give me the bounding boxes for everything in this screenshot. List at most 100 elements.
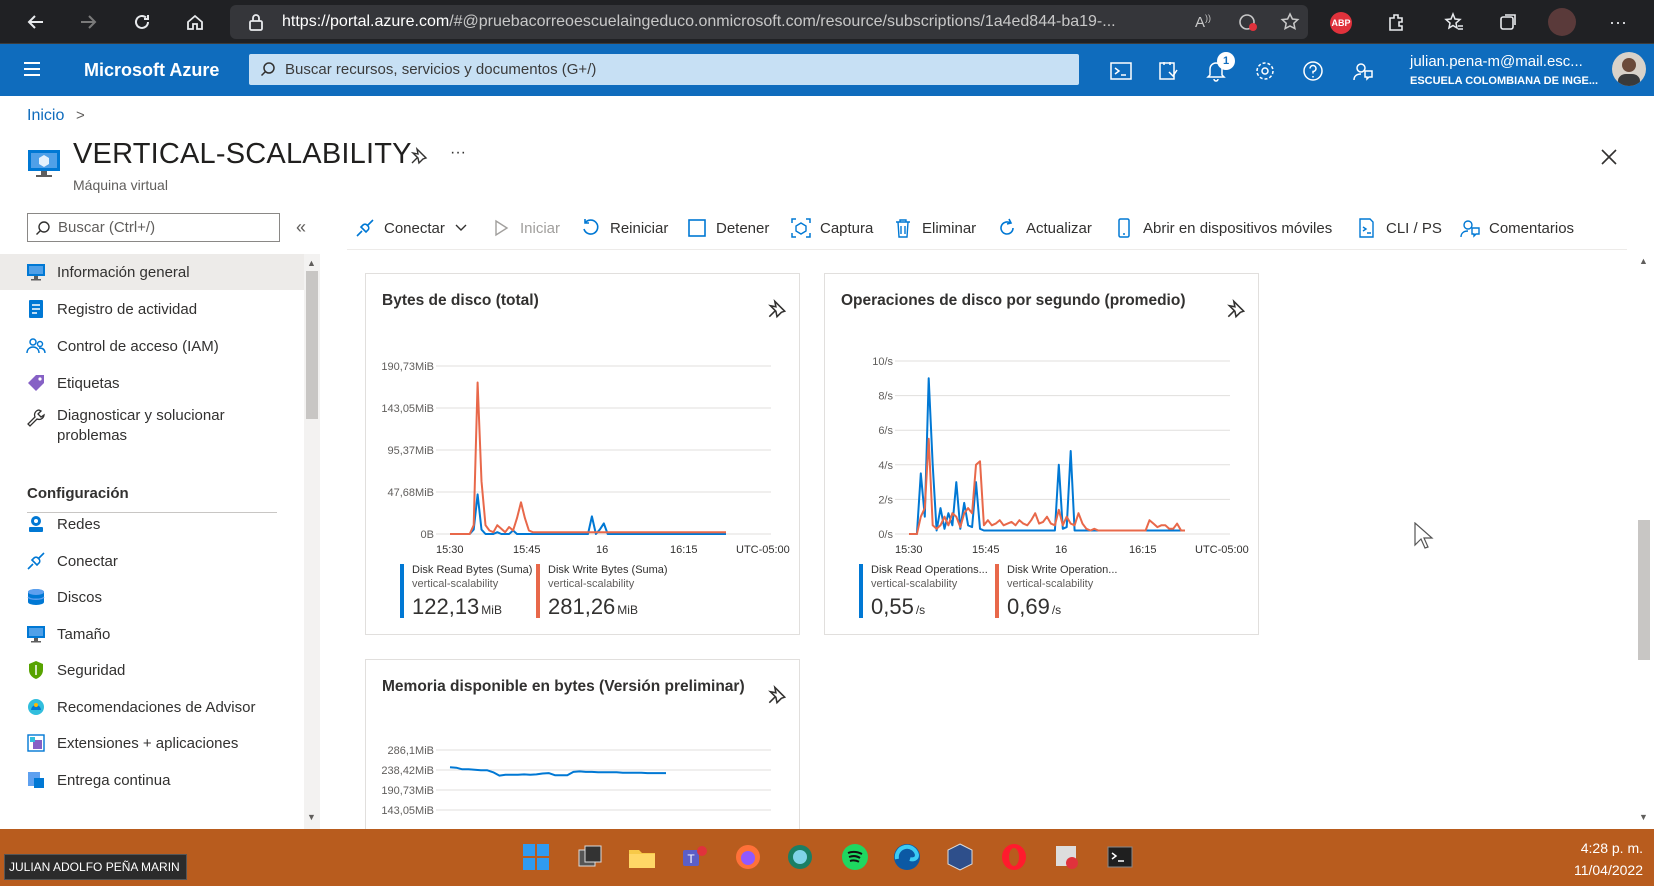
sidebar-item-overview[interactable]: Información general (0, 254, 304, 290)
open-mobile-button[interactable]: Abrir en dispositivos móviles (1113, 216, 1332, 240)
sidebar-scroll-thumb[interactable] (306, 271, 318, 419)
collapse-menu-icon[interactable]: « (296, 217, 306, 238)
taskbar-date[interactable]: 11/04/2022 (1543, 862, 1643, 878)
taskbar (0, 829, 1654, 886)
sidebar-item-tags[interactable]: Etiquetas (0, 365, 304, 401)
mouse-cursor-icon (1414, 522, 1436, 552)
tracking-icon[interactable] (1238, 12, 1258, 32)
edge-dev-icon[interactable] (785, 842, 815, 872)
y-tick-label: 6/s (878, 425, 893, 437)
legend-unit: MiB (617, 603, 638, 617)
resource-menu-search[interactable]: Buscar (Ctrl+/) (27, 213, 280, 242)
file-explorer-icon[interactable] (627, 842, 657, 872)
extensions-icon[interactable] (1382, 8, 1410, 36)
sidebar-item-label: Entrega continua (57, 771, 171, 789)
legend-series-name: Disk Read Bytes (Suma) (412, 564, 533, 576)
global-search-input[interactable]: Buscar recursos, servicios y documentos … (249, 54, 1079, 85)
sidebar-item-advisor[interactable]: Recomendaciones de Advisor (0, 689, 304, 725)
sidebar-item-activity-log[interactable]: Registro de actividad (0, 291, 304, 327)
edge-browser-icon[interactable] (892, 842, 922, 872)
scroll-down-arrow-icon[interactable]: ▼ (1639, 812, 1648, 822)
user-organization[interactable]: ESCUELA COLOMBIANA DE INGE... (1410, 75, 1598, 87)
collections-icon[interactable] (1494, 8, 1522, 36)
adblock-extension-icon[interactable]: ABP (1330, 12, 1352, 34)
taskbar-time[interactable]: 4:28 p. m. (1563, 840, 1643, 856)
hamburger-icon[interactable] (22, 60, 42, 78)
restart-label: Reiniciar (610, 219, 669, 237)
capture-icon (790, 217, 812, 239)
legend-total: 122,13 (412, 594, 480, 619)
page-subtitle: Máquina virtual (73, 177, 168, 193)
pin-icon[interactable] (409, 146, 429, 166)
cloud-shell-icon[interactable] (1108, 58, 1134, 84)
capture-button[interactable]: Captura (790, 216, 873, 240)
forward-icon[interactable] (74, 8, 102, 36)
address-bar[interactable]: https://portal.azure.com/#@pruebacorreoe… (230, 5, 1308, 39)
home-icon[interactable] (181, 8, 209, 36)
chart-card-disk-operations[interactable]: Operaciones de disco por segundo (promed… (824, 273, 1259, 635)
chart-svg: 286,1MiB 238,42MiB 190,73MiB 143,05MiB (381, 745, 771, 817)
feedback-button[interactable]: Comentarios (1459, 216, 1574, 240)
back-icon[interactable] (22, 8, 50, 36)
feedback-icon[interactable] (1350, 58, 1376, 84)
sidebar-item-disks[interactable]: Discos (0, 579, 304, 615)
scroll-up-arrow-icon[interactable]: ▲ (1639, 256, 1648, 266)
delete-button[interactable]: Eliminar (892, 216, 976, 240)
settings-gear-icon[interactable] (1252, 58, 1278, 84)
legend-total: 0,55 (871, 594, 914, 619)
sidebar-item-continuous-delivery[interactable]: Entrega continua (0, 762, 304, 798)
read-aloud-icon[interactable]: A)) (1195, 13, 1211, 31)
favorite-add-icon[interactable] (1280, 12, 1302, 32)
teams-icon[interactable]: T (679, 842, 709, 872)
user-email[interactable]: julian.pena-m@mail.esc... (1410, 53, 1583, 70)
restart-button[interactable]: Reiniciar (580, 216, 668, 240)
start-button[interactable]: Iniciar (490, 216, 560, 240)
scroll-down-arrow-icon[interactable]: ▼ (307, 812, 316, 822)
more-options-icon[interactable]: ··· (450, 144, 466, 162)
task-view-icon[interactable] (575, 842, 605, 872)
browser-toolbar: https://portal.azure.com/#@pruebacorreoe… (0, 0, 1654, 44)
brand-name[interactable]: Microsoft Azure (84, 60, 219, 81)
snipping-tool-icon[interactable] (1052, 842, 1082, 872)
terminal-icon[interactable] (1105, 842, 1135, 872)
content-scroll-thumb[interactable] (1638, 520, 1650, 660)
connect-button[interactable]: Conectar (354, 216, 467, 240)
spotify-icon[interactable] (840, 842, 870, 872)
directory-filter-icon[interactable] (1155, 58, 1181, 84)
x-tick-label: UTC-05:00 (1195, 544, 1249, 556)
y-tick-label: 8/s (878, 391, 893, 403)
sidebar-item-security[interactable]: Seguridad (0, 652, 304, 688)
sidebar-item-label: Seguridad (57, 661, 126, 679)
chart-card-disk-bytes[interactable]: Bytes de disco (total) 190,73MiB 143,05Mi… (365, 273, 800, 635)
refresh-icon[interactable] (128, 8, 156, 36)
virtualbox-icon[interactable] (945, 842, 975, 872)
stop-button[interactable]: Detener (686, 216, 769, 240)
open-mobile-label: Abrir en dispositivos móviles (1143, 219, 1333, 237)
sidebar-item-connect[interactable]: Conectar (0, 543, 304, 579)
refresh-button[interactable]: Actualizar (996, 216, 1092, 240)
chart-card-memory[interactable]: Memoria disponible en bytes (Versión pre… (365, 659, 800, 839)
user-avatar[interactable] (1612, 52, 1646, 86)
x-tick-label: 16:15 (1129, 544, 1157, 556)
sidebar-item-iam[interactable]: Control de acceso (IAM) (0, 328, 304, 364)
profile-avatar[interactable] (1548, 8, 1576, 36)
resource-menu-search-placeholder: Buscar (Ctrl+/) (58, 219, 156, 236)
url-text: https://portal.azure.com/#@pruebacorreoe… (282, 13, 1202, 31)
favorites-icon[interactable] (1440, 8, 1468, 36)
sidebar-item-diagnose[interactable]: Diagnosticar y solucionar problemas (0, 402, 304, 450)
azure-header: Microsoft Azure Buscar recursos, servici… (0, 44, 1654, 96)
close-icon[interactable] (1598, 146, 1620, 168)
sidebar-item-label: Recomendaciones de Advisor (57, 698, 256, 716)
scroll-up-arrow-icon[interactable]: ▲ (307, 258, 316, 268)
sidebar-item-size[interactable]: Tamaño (0, 616, 304, 652)
firefox-icon[interactable] (733, 842, 763, 872)
menu-dots-icon[interactable]: ··· (1604, 8, 1632, 36)
sidebar-item-networking[interactable]: Redes (0, 506, 304, 542)
breadcrumb-home[interactable]: Inicio (27, 107, 64, 125)
help-icon[interactable] (1300, 58, 1326, 84)
cli-ps-button[interactable]: CLI / PS (1356, 216, 1442, 240)
sidebar-item-label: Información general (57, 263, 190, 281)
sidebar-item-extensions[interactable]: Extensiones + aplicaciones (0, 725, 304, 761)
opera-icon[interactable] (999, 842, 1029, 872)
start-menu-icon[interactable] (521, 842, 551, 872)
